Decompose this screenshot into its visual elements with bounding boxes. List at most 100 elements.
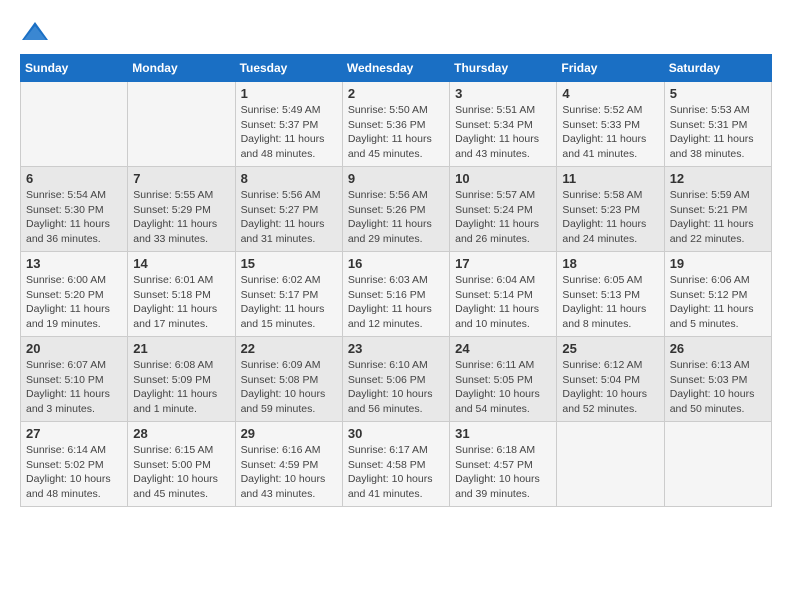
day-cell: 8 Sunrise: 5:56 AM Sunset: 5:27 PM Daylig… bbox=[235, 167, 342, 252]
day-cell: 9Sunrise: 5:56 AM Sunset: 5:26 PM Daylig… bbox=[342, 167, 449, 252]
day-number: 25 bbox=[562, 341, 658, 356]
day-number: 14 bbox=[133, 256, 229, 271]
day-number: 22 bbox=[241, 341, 337, 356]
day-cell bbox=[128, 82, 235, 167]
day-detail: Sunrise: 5:55 AM Sunset: 5:29 PM Dayligh… bbox=[133, 188, 229, 247]
day-detail: Sunrise: 6:08 AM Sunset: 5:09 PM Dayligh… bbox=[133, 358, 229, 417]
day-cell: 5 Sunrise: 5:53 AM Sunset: 5:31 PM Daylig… bbox=[664, 82, 771, 167]
day-detail: Sunrise: 6:17 AM Sunset: 4:58 PM Dayligh… bbox=[348, 443, 444, 502]
day-number: 27 bbox=[26, 426, 122, 441]
day-number: 20 bbox=[26, 341, 122, 356]
day-detail: Sunrise: 5:58 AM Sunset: 5:23 PM Dayligh… bbox=[562, 188, 658, 247]
day-cell: 25 Sunrise: 6:12 AM Sunset: 5:04 PM Dayli… bbox=[557, 337, 664, 422]
day-number: 10 bbox=[455, 171, 551, 186]
weekday-header-friday: Friday bbox=[557, 55, 664, 82]
day-detail: Sunrise: 6:06 AM Sunset: 5:12 PM Dayligh… bbox=[670, 273, 766, 332]
day-cell: 30 Sunrise: 6:17 AM Sunset: 4:58 PM Dayli… bbox=[342, 422, 449, 507]
logo-icon bbox=[20, 20, 50, 44]
day-number: 26 bbox=[670, 341, 766, 356]
day-cell: 29 Sunrise: 6:16 AM Sunset: 4:59 PM Dayli… bbox=[235, 422, 342, 507]
day-detail: Sunrise: 5:54 AM Sunset: 5:30 PM Dayligh… bbox=[26, 188, 122, 247]
day-detail: Sunrise: 6:14 AM Sunset: 5:02 PM Dayligh… bbox=[26, 443, 122, 502]
day-cell: 12Sunrise: 5:59 AM Sunset: 5:21 PM Dayli… bbox=[664, 167, 771, 252]
day-cell: 6 Sunrise: 5:54 AM Sunset: 5:30 PM Daylig… bbox=[21, 167, 128, 252]
day-detail: Sunrise: 6:01 AM Sunset: 5:18 PM Dayligh… bbox=[133, 273, 229, 332]
day-detail: Sunrise: 6:00 AM Sunset: 5:20 PM Dayligh… bbox=[26, 273, 122, 332]
day-cell: 11 Sunrise: 5:58 AM Sunset: 5:23 PM Dayli… bbox=[557, 167, 664, 252]
day-detail: Sunrise: 6:02 AM Sunset: 5:17 PM Dayligh… bbox=[241, 273, 337, 332]
day-cell: 20 Sunrise: 6:07 AM Sunset: 5:10 PM Dayli… bbox=[21, 337, 128, 422]
weekday-header-saturday: Saturday bbox=[664, 55, 771, 82]
day-cell: 1 Sunrise: 5:49 AM Sunset: 5:37 PM Daylig… bbox=[235, 82, 342, 167]
day-cell: 17 Sunrise: 6:04 AM Sunset: 5:14 PM Dayli… bbox=[450, 252, 557, 337]
day-detail: Sunrise: 5:57 AM Sunset: 5:24 PM Dayligh… bbox=[455, 188, 551, 247]
day-detail: Sunrise: 6:10 AM Sunset: 5:06 PM Dayligh… bbox=[348, 358, 444, 417]
day-cell: 3Sunrise: 5:51 AM Sunset: 5:34 PM Daylig… bbox=[450, 82, 557, 167]
day-detail: Sunrise: 6:11 AM Sunset: 5:05 PM Dayligh… bbox=[455, 358, 551, 417]
day-detail: Sunrise: 6:16 AM Sunset: 4:59 PM Dayligh… bbox=[241, 443, 337, 502]
day-detail: Sunrise: 6:05 AM Sunset: 5:13 PM Dayligh… bbox=[562, 273, 658, 332]
week-row-3: 13 Sunrise: 6:00 AM Sunset: 5:20 PM Dayli… bbox=[21, 252, 772, 337]
day-detail: Sunrise: 5:49 AM Sunset: 5:37 PM Dayligh… bbox=[241, 103, 337, 162]
day-number: 5 bbox=[670, 86, 766, 101]
day-cell bbox=[21, 82, 128, 167]
day-number: 18 bbox=[562, 256, 658, 271]
day-number: 17 bbox=[455, 256, 551, 271]
day-cell: 18 Sunrise: 6:05 AM Sunset: 5:13 PM Dayli… bbox=[557, 252, 664, 337]
day-detail: Sunrise: 6:07 AM Sunset: 5:10 PM Dayligh… bbox=[26, 358, 122, 417]
day-number: 9 bbox=[348, 171, 444, 186]
day-detail: Sunrise: 5:59 AM Sunset: 5:21 PM Dayligh… bbox=[670, 188, 766, 247]
calendar-table: SundayMondayTuesdayWednesdayThursdayFrid… bbox=[20, 54, 772, 507]
weekday-header-wednesday: Wednesday bbox=[342, 55, 449, 82]
weekday-header-sunday: Sunday bbox=[21, 55, 128, 82]
day-number: 8 bbox=[241, 171, 337, 186]
day-number: 1 bbox=[241, 86, 337, 101]
day-detail: Sunrise: 6:04 AM Sunset: 5:14 PM Dayligh… bbox=[455, 273, 551, 332]
day-number: 30 bbox=[348, 426, 444, 441]
weekday-header-row: SundayMondayTuesdayWednesdayThursdayFrid… bbox=[21, 55, 772, 82]
logo bbox=[20, 20, 54, 44]
day-detail: Sunrise: 6:03 AM Sunset: 5:16 PM Dayligh… bbox=[348, 273, 444, 332]
day-number: 16 bbox=[348, 256, 444, 271]
day-number: 11 bbox=[562, 171, 658, 186]
day-number: 23 bbox=[348, 341, 444, 356]
day-detail: Sunrise: 6:13 AM Sunset: 5:03 PM Dayligh… bbox=[670, 358, 766, 417]
day-detail: Sunrise: 6:09 AM Sunset: 5:08 PM Dayligh… bbox=[241, 358, 337, 417]
weekday-header-tuesday: Tuesday bbox=[235, 55, 342, 82]
page-header bbox=[20, 20, 772, 44]
day-detail: Sunrise: 6:12 AM Sunset: 5:04 PM Dayligh… bbox=[562, 358, 658, 417]
day-cell: 28Sunrise: 6:15 AM Sunset: 5:00 PM Dayli… bbox=[128, 422, 235, 507]
day-cell bbox=[557, 422, 664, 507]
day-cell: 22 Sunrise: 6:09 AM Sunset: 5:08 PM Dayli… bbox=[235, 337, 342, 422]
day-cell: 26 Sunrise: 6:13 AM Sunset: 5:03 PM Dayli… bbox=[664, 337, 771, 422]
week-row-4: 20 Sunrise: 6:07 AM Sunset: 5:10 PM Dayli… bbox=[21, 337, 772, 422]
day-number: 4 bbox=[562, 86, 658, 101]
day-cell: 19 Sunrise: 6:06 AM Sunset: 5:12 PM Dayli… bbox=[664, 252, 771, 337]
day-cell: 15 Sunrise: 6:02 AM Sunset: 5:17 PM Dayli… bbox=[235, 252, 342, 337]
week-row-1: 1 Sunrise: 5:49 AM Sunset: 5:37 PM Daylig… bbox=[21, 82, 772, 167]
day-detail: Sunrise: 5:53 AM Sunset: 5:31 PM Dayligh… bbox=[670, 103, 766, 162]
day-number: 6 bbox=[26, 171, 122, 186]
day-detail: Sunrise: 5:56 AM Sunset: 5:27 PM Dayligh… bbox=[241, 188, 337, 247]
day-number: 19 bbox=[670, 256, 766, 271]
day-cell: 7Sunrise: 5:55 AM Sunset: 5:29 PM Daylig… bbox=[128, 167, 235, 252]
day-cell: 13 Sunrise: 6:00 AM Sunset: 5:20 PM Dayli… bbox=[21, 252, 128, 337]
day-detail: Sunrise: 5:51 AM Sunset: 5:34 PM Dayligh… bbox=[455, 103, 551, 162]
day-cell: 23 Sunrise: 6:10 AM Sunset: 5:06 PM Dayli… bbox=[342, 337, 449, 422]
day-cell: 21Sunrise: 6:08 AM Sunset: 5:09 PM Dayli… bbox=[128, 337, 235, 422]
day-cell: 14 Sunrise: 6:01 AM Sunset: 5:18 PM Dayli… bbox=[128, 252, 235, 337]
day-cell: 2 Sunrise: 5:50 AM Sunset: 5:36 PM Daylig… bbox=[342, 82, 449, 167]
day-cell: 24Sunrise: 6:11 AM Sunset: 5:05 PM Dayli… bbox=[450, 337, 557, 422]
day-detail: Sunrise: 6:15 AM Sunset: 5:00 PM Dayligh… bbox=[133, 443, 229, 502]
day-detail: Sunrise: 5:50 AM Sunset: 5:36 PM Dayligh… bbox=[348, 103, 444, 162]
day-cell: 27 Sunrise: 6:14 AM Sunset: 5:02 PM Dayli… bbox=[21, 422, 128, 507]
day-number: 29 bbox=[241, 426, 337, 441]
day-cell: 4Sunrise: 5:52 AM Sunset: 5:33 PM Daylig… bbox=[557, 82, 664, 167]
day-cell: 10 Sunrise: 5:57 AM Sunset: 5:24 PM Dayli… bbox=[450, 167, 557, 252]
day-cell: 16 Sunrise: 6:03 AM Sunset: 5:16 PM Dayli… bbox=[342, 252, 449, 337]
day-number: 15 bbox=[241, 256, 337, 271]
day-number: 2 bbox=[348, 86, 444, 101]
day-number: 13 bbox=[26, 256, 122, 271]
week-row-5: 27 Sunrise: 6:14 AM Sunset: 5:02 PM Dayli… bbox=[21, 422, 772, 507]
weekday-header-monday: Monday bbox=[128, 55, 235, 82]
